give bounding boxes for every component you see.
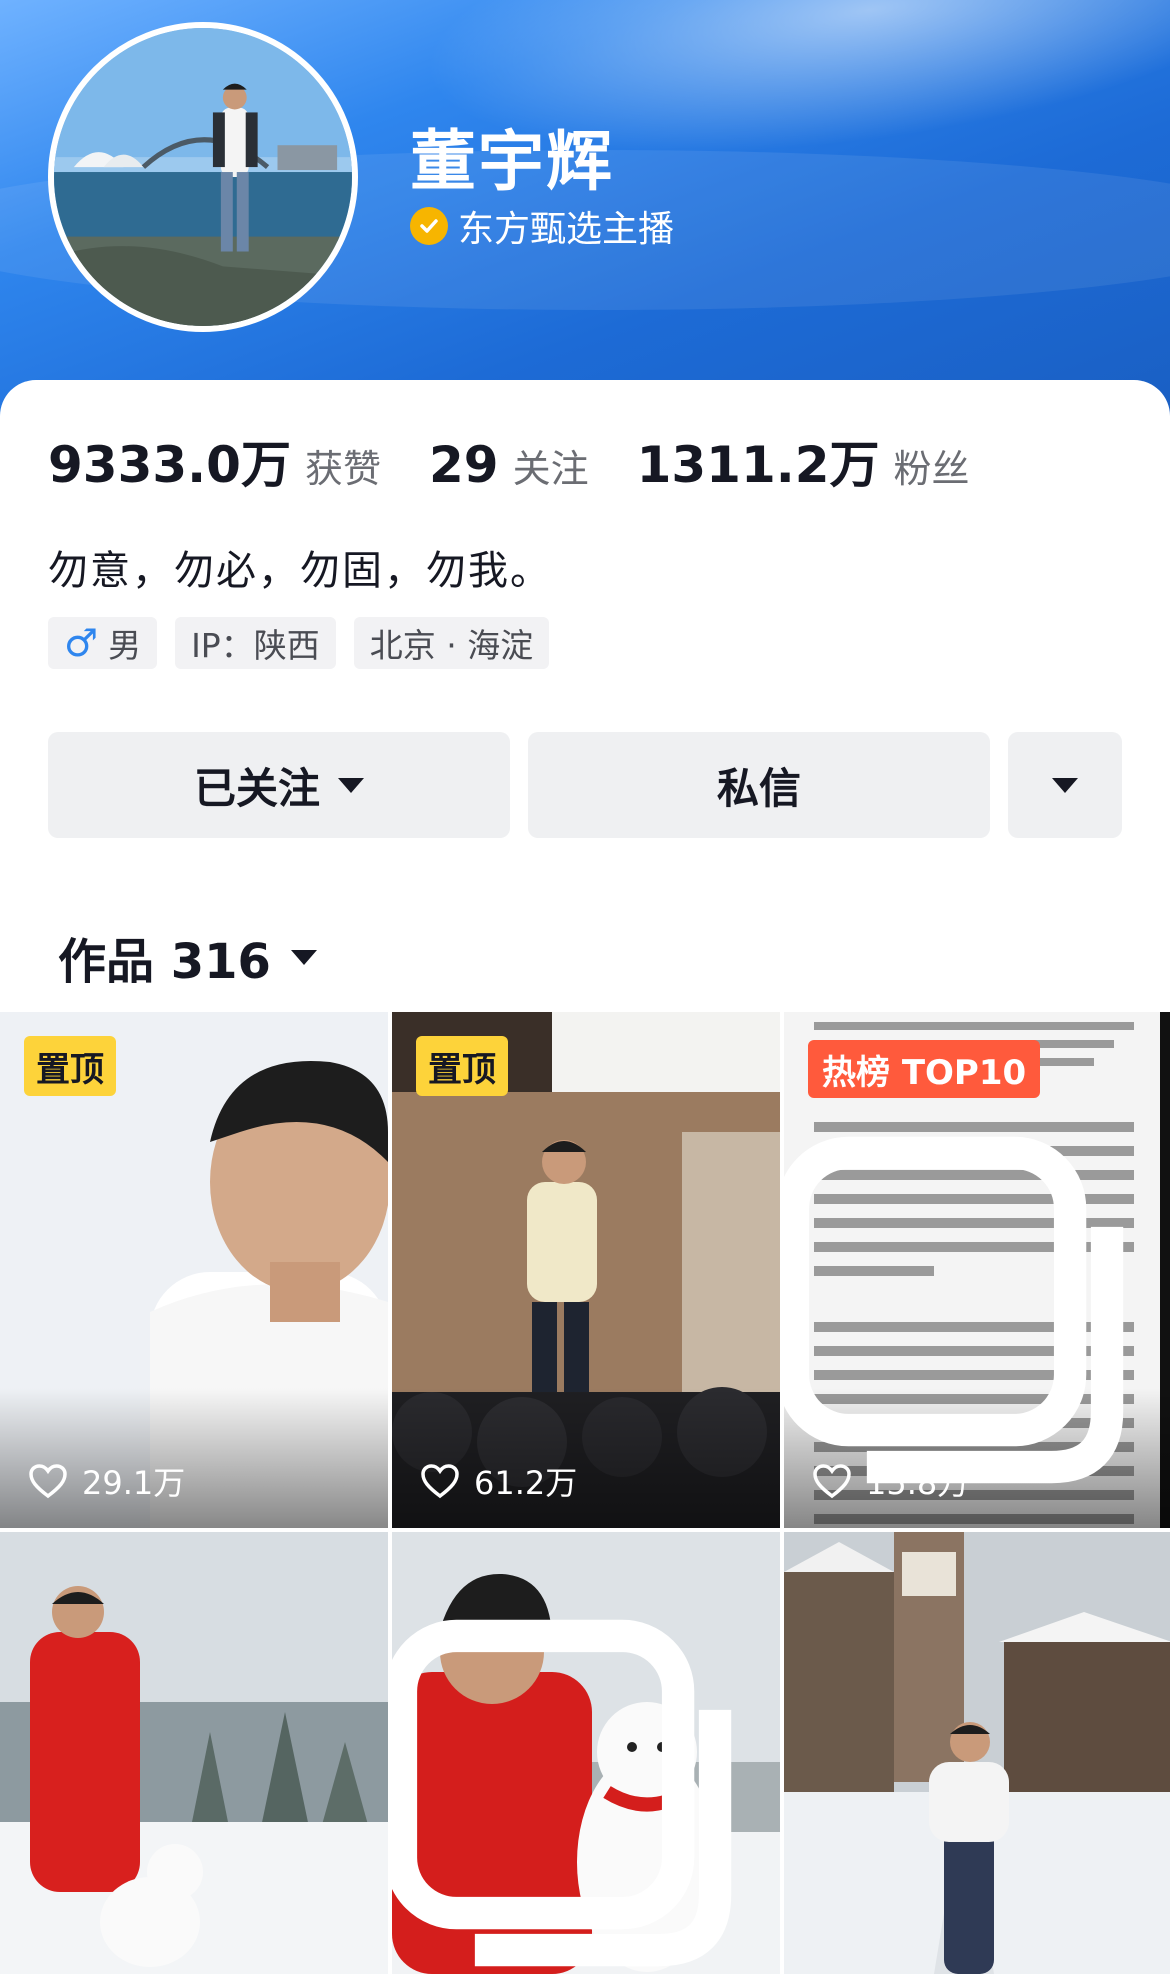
caret-down-icon <box>290 949 317 965</box>
pinned-badge: 置顶 <box>24 1036 116 1096</box>
video-tile[interactable] <box>0 1532 388 1974</box>
following-label: 已关注 <box>193 763 320 813</box>
stat-value: 9333.0万 <box>48 436 291 494</box>
multi-image-icon <box>392 1619 732 1967</box>
works-title-label: 作品 316 <box>58 934 271 990</box>
stat-followers[interactable]: 1311.2万 粉丝 <box>637 425 970 497</box>
multi-image-icon <box>784 1136 1124 1484</box>
heart-icon <box>813 1464 851 1499</box>
male-icon: ♂ <box>64 621 99 665</box>
video-thumbnail <box>0 1532 388 1974</box>
stat-label: 获赞 <box>304 447 381 491</box>
tag-location[interactable]: 北京 · 海淀 <box>353 617 550 669</box>
video-tile[interactable] <box>392 1532 780 1974</box>
like-count-value: 15.8万 <box>866 1464 970 1502</box>
verified-check-icon <box>410 207 448 245</box>
tag-gender-label: 男 <box>108 626 142 665</box>
stat-following[interactable]: 29 关注 <box>429 436 589 494</box>
avatar-photo <box>54 28 352 326</box>
video-tile[interactable]: 热榜 TOP10 15.8万 <box>784 1012 1170 1528</box>
stat-label: 关注 <box>512 447 589 491</box>
verification-label: 东方甄选主播 <box>458 209 675 250</box>
heart-icon <box>29 1464 67 1499</box>
stat-likes[interactable]: 9333.0万 获赞 <box>48 425 381 497</box>
works-tab[interactable]: 作品 316 <box>58 922 317 992</box>
more-button[interactable] <box>1008 732 1122 838</box>
like-count: 15.8万 <box>812 1458 969 1504</box>
video-tile[interactable]: 置顶 61.2万 <box>392 1012 780 1528</box>
like-count-value: 29.1万 <box>82 1464 186 1502</box>
tag-row: ♂ 男 IP：陕西 北京 · 海淀 <box>48 617 567 669</box>
caret-down-icon <box>338 777 364 793</box>
caret-down-icon <box>1052 777 1078 793</box>
following-button[interactable]: 已关注 <box>48 732 510 838</box>
verification-row: 东方甄选主播 <box>410 200 674 252</box>
avatar[interactable] <box>48 22 358 332</box>
like-count: 29.1万 <box>28 1458 185 1504</box>
bio-text: 勿意，勿必，勿固，勿我。 <box>48 548 552 594</box>
profile-name: 董宇辉 <box>410 123 614 200</box>
message-label: 私信 <box>716 763 801 813</box>
stat-value: 1311.2万 <box>636 436 880 494</box>
tag-ip: IP：陕西 <box>175 617 336 669</box>
action-buttons: 已关注 私信 <box>48 732 1122 838</box>
tag-gender: ♂ 男 <box>48 617 158 669</box>
pinned-badge: 置顶 <box>416 1036 508 1096</box>
like-count: 61.2万 <box>420 1458 577 1504</box>
stat-value: 29 <box>428 436 499 494</box>
heart-icon <box>421 1464 459 1499</box>
video-thumbnail <box>784 1532 1170 1974</box>
stats-row: 9333.0万 获赞 29 关注 1311.2万 粉丝 <box>48 425 1018 497</box>
video-tile[interactable]: 置顶 29.1万 <box>0 1012 388 1528</box>
message-button[interactable]: 私信 <box>528 732 990 838</box>
video-tile[interactable] <box>784 1532 1170 1974</box>
stat-label: 粉丝 <box>893 447 970 491</box>
like-count-value: 61.2万 <box>474 1464 578 1502</box>
